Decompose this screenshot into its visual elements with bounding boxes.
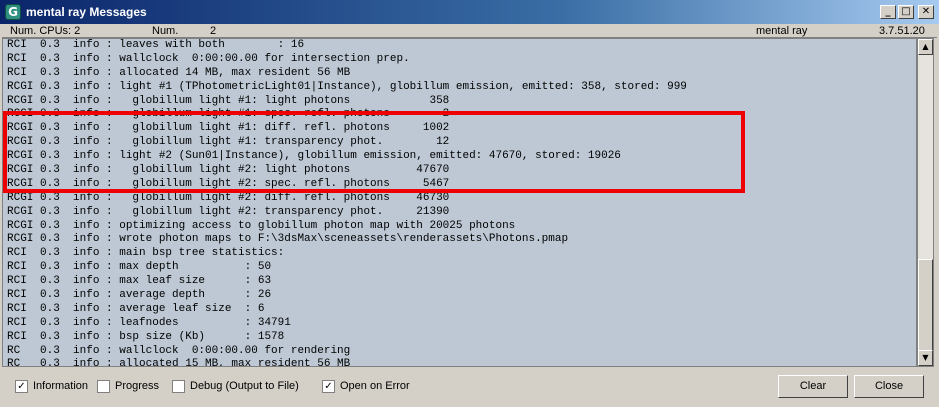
debug-checkbox[interactable]: Debug (Output to File) — [172, 379, 299, 393]
log-line: RCI 0.3 info : average depth : 26 — [7, 289, 272, 302]
log-line: RCGI 0.3 info : globillum light #2: tran… — [7, 205, 450, 218]
progress-checkbox[interactable]: Progress — [97, 379, 159, 393]
minimize-button[interactable]: _ — [880, 5, 896, 19]
scroll-down-button[interactable]: ▼ — [918, 350, 933, 366]
progress-label: Progress — [115, 380, 160, 392]
log-line: RCGI 0.3 info : globillum light #1: ligh… — [7, 94, 450, 107]
log-line: RCGI 0.3 info : light #1 (TPhotometricLi… — [7, 80, 687, 93]
log-line: RCI 0.3 info : leaves with both : 16 — [7, 39, 305, 51]
open-on-error-check-icon[interactable]: ✓ — [322, 379, 335, 393]
log-line: RCI 0.3 info : main bsp tree statistics: — [7, 247, 285, 260]
window-title: mental ray Messages — [26, 5, 147, 19]
log-line: RC 0.3 info : wallclock 0:00:00.00 for r… — [7, 344, 351, 357]
log-line: RCI 0.3 info : wallclock 0:00:00.00 for … — [7, 52, 410, 65]
close-window-button[interactable]: ✕ — [918, 5, 934, 19]
highlight-annotation-box — [3, 111, 745, 193]
cpus-label: Num. CPUs: 2 — [10, 25, 81, 37]
num-label: Num. — [152, 25, 179, 37]
log-line: RCGI 0.3 info : optimizing access to glo… — [7, 219, 516, 232]
log-line: RCI 0.3 info : average leaf size : 6 — [7, 302, 265, 315]
maximize-button[interactable]: □ — [898, 5, 914, 19]
open-on-error-label: Open on Error — [340, 380, 410, 392]
log-line: RCI 0.3 info : allocated 14 MB, max resi… — [7, 66, 351, 79]
open-on-error-checkbox[interactable]: ✓ Open on Error — [322, 379, 410, 393]
close-button[interactable]: Close — [854, 375, 924, 398]
log-line: RCI 0.3 info : bsp size (Kb) : 1578 — [7, 330, 285, 343]
information-checkbox[interactable]: ✓ Information — [15, 379, 88, 393]
options-bar: ✓ Information Progress Debug (Output to … — [0, 368, 939, 407]
num-value: 2 — [210, 25, 217, 37]
log-line: RCI 0.3 info : max depth : 50 — [7, 261, 272, 274]
debug-check-icon[interactable] — [172, 379, 185, 393]
information-check-icon[interactable]: ✓ — [15, 379, 28, 393]
log-lines: RCI 0.3 info : leaves with both : 16 RCI … — [7, 39, 687, 367]
debug-label: Debug (Output to File) — [190, 380, 299, 392]
scroll-thumb[interactable] — [918, 259, 933, 364]
log-line: RCGI 0.3 info : wrote photon maps to F:\… — [7, 233, 569, 246]
renderer-name: mental ray — [756, 25, 808, 37]
scroll-up-button[interactable]: ▲ — [918, 39, 933, 55]
clear-button[interactable]: Clear — [778, 375, 848, 398]
log-line: RCI 0.3 info : max leaf size : 63 — [7, 275, 272, 288]
information-label: Information — [33, 380, 89, 392]
vertical-scrollbar[interactable]: ▲ ▼ — [917, 38, 934, 367]
version-number: 3.7.51.20 — [879, 25, 925, 37]
message-log[interactable]: RCI 0.3 info : leaves with both : 16 RCI … — [2, 38, 917, 367]
app-icon[interactable]: G — [5, 4, 21, 20]
log-line: RCGI 0.3 info : globillum light #2: diff… — [7, 191, 450, 204]
log-line: RC 0.3 info : allocated 15 MB, max resid… — [7, 358, 351, 367]
log-line: RCI 0.3 info : leafnodes : 34791 — [7, 316, 291, 329]
progress-check-icon[interactable] — [97, 379, 110, 393]
status-bar: Num. CPUs: 2 Num. 2 mental ray 3.7.51.20 — [2, 24, 937, 38]
title-bar: G mental ray Messages _ □ ✕ — [0, 0, 939, 24]
